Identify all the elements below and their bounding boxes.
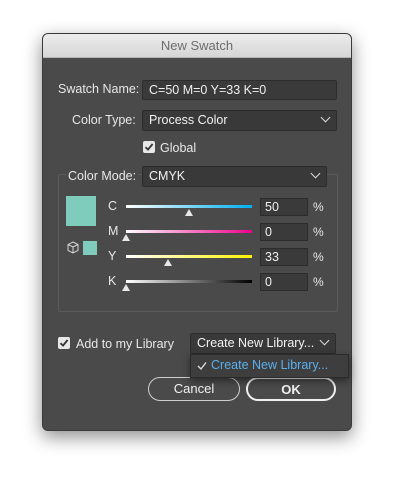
color-mode-select[interactable]: CMYK: [142, 166, 327, 187]
slider-track-m[interactable]: [126, 230, 252, 233]
slider-label-c: C: [108, 199, 118, 213]
slider-track-c[interactable]: [126, 205, 252, 208]
swatch-name-label: Swatch Name:: [58, 82, 140, 96]
slider-thumb-y[interactable]: [163, 259, 172, 266]
checkmark-icon: [144, 143, 154, 151]
checkmark-icon: [59, 339, 69, 347]
color-type-select[interactable]: Process Color: [142, 110, 337, 131]
color-type-label: Color Type:: [72, 113, 136, 127]
library-select[interactable]: Create New Library...: [190, 333, 336, 354]
percent-unit-label: %: [313, 200, 324, 214]
dialog-title: New Swatch: [43, 34, 351, 58]
slider-value-k[interactable]: 0: [260, 273, 308, 291]
slider-value-c[interactable]: 50: [260, 198, 308, 216]
add-to-library-label: Add to my Library: [76, 337, 174, 351]
menu-item-create-new-library[interactable]: Create New Library...: [211, 358, 328, 372]
global-checkbox[interactable]: [143, 141, 155, 153]
color-mode-group: [58, 174, 338, 312]
library-select-value: Create New Library...: [197, 336, 315, 350]
add-to-library-checkbox[interactable]: [58, 337, 70, 349]
library-dropdown-menu: Create New Library...: [190, 354, 349, 378]
slider-value-y[interactable]: 33: [260, 248, 308, 266]
chevron-down-icon: [320, 112, 331, 123]
ok-button[interactable]: OK: [246, 377, 336, 401]
color-preview-swatch: [66, 196, 96, 226]
checkmark-icon: [197, 362, 207, 371]
color-mode-value: CMYK: [149, 169, 186, 183]
slider-track-y[interactable]: [126, 255, 252, 258]
cancel-button[interactable]: Cancel: [148, 377, 240, 401]
swatch-name-field[interactable]: C=50 M=0 Y=33 K=0: [142, 80, 337, 100]
global-label: Global: [160, 141, 197, 155]
slider-track-k[interactable]: [126, 280, 252, 283]
slider-label-y: Y: [108, 249, 117, 263]
color-type-value: Process Color: [149, 113, 228, 127]
slider-label-m: M: [108, 224, 119, 238]
slider-label-k: K: [108, 274, 117, 288]
percent-unit-label: %: [313, 250, 324, 264]
gamut-color-swatch[interactable]: [83, 241, 97, 255]
percent-unit-label: %: [313, 275, 324, 289]
slider-thumb-k[interactable]: [122, 284, 130, 291]
slider-thumb-m[interactable]: [122, 234, 130, 241]
slider-value-m[interactable]: 0: [260, 223, 308, 241]
percent-unit-label: %: [313, 225, 324, 239]
out-of-gamut-cube-icon[interactable]: [67, 241, 79, 254]
slider-thumb-c[interactable]: [185, 209, 193, 216]
color-mode-label: Color Mode:: [66, 169, 139, 183]
chevron-down-icon: [319, 335, 330, 346]
chevron-down-icon: [310, 168, 321, 179]
